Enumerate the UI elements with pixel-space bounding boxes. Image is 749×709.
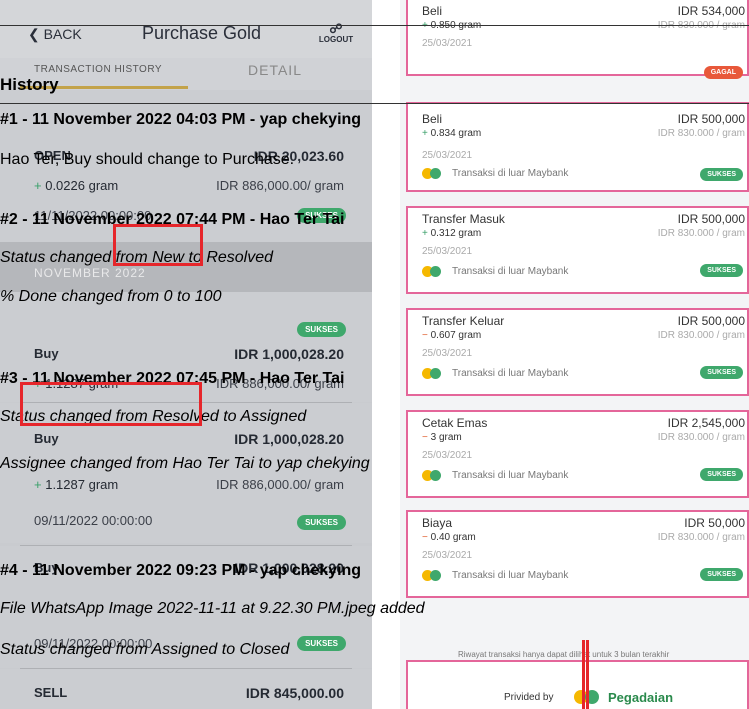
transaction-price: IDR 886,000.00/ gram bbox=[216, 376, 344, 391]
card-amount: IDR 50,000 bbox=[684, 516, 745, 530]
transaction-amount: IDR 845,000.00 bbox=[245, 685, 344, 701]
transaction-item[interactable]: Buy IDR 1,000,028.20 + 1.1287 gram IDR 8… bbox=[0, 292, 372, 402]
app-header: ❮ BACK Purchase Gold ☍ LOGOUT bbox=[0, 0, 372, 58]
transaction-type: Buy bbox=[34, 346, 59, 361]
card-bank: Transaksi di luar Maybank bbox=[452, 368, 569, 379]
transaction-card[interactable]: Transfer Masuk IDR 500,000 + 0.312 gram … bbox=[406, 206, 749, 294]
status-badge: SUKSES bbox=[700, 568, 743, 581]
card-amount: IDR 500,000 bbox=[677, 112, 745, 126]
card-type: Beli bbox=[422, 112, 443, 126]
status-badge: SUKSES bbox=[700, 366, 743, 379]
card-amount: IDR 2,545,000 bbox=[667, 416, 745, 430]
bank-logo-icon bbox=[422, 368, 448, 379]
card-price: IDR 830.000 / gram bbox=[657, 532, 745, 543]
card-amount: IDR 500,000 bbox=[677, 212, 745, 226]
transaction-card[interactable]: Beli IDR 500,000 + 0.834 gram IDR 830.00… bbox=[406, 102, 749, 192]
transaction-date: 09/11/2022 00:00:00 bbox=[34, 513, 153, 528]
transaction-amount: IDR 1,000,028.20 bbox=[234, 431, 344, 447]
transaction-date: 11/11/2022 00:00:00 bbox=[34, 208, 152, 223]
status-badge: SUKSES bbox=[700, 468, 743, 481]
status-badge: SUKSES bbox=[297, 636, 346, 651]
card-type: Transfer Keluar bbox=[422, 314, 505, 328]
card-gram: − 0.40 gram bbox=[422, 532, 476, 543]
card-gram: − 3 gram bbox=[422, 432, 462, 443]
right-app-screenshot: Beli IDR 534,000 + 0.850 gram IDR 830.00… bbox=[400, 0, 749, 709]
transaction-item[interactable]: OPEN IDR 20,023.60 + 0.0226 gram IDR 886… bbox=[0, 90, 372, 242]
transaction-amount: IDR 20,023.60 bbox=[253, 148, 344, 164]
transaction-item[interactable]: SELL IDR 845,000.00 bbox=[0, 669, 372, 709]
transaction-gram: + 1.1287 gram bbox=[34, 477, 119, 492]
card-amount: IDR 534,000 bbox=[677, 4, 745, 18]
transaction-item[interactable]: Buy IDR 1,000,028.20 + 1.1287 gram IDR 8… bbox=[0, 403, 372, 543]
tab-transaction-history[interactable]: TRANSACTION HISTORY bbox=[34, 64, 162, 75]
card-gram: + 0.834 gram bbox=[422, 128, 482, 139]
bank-logo-icon bbox=[422, 570, 448, 581]
app-title: Purchase Gold bbox=[142, 23, 262, 43]
card-amount: IDR 500,000 bbox=[677, 314, 745, 328]
card-type: Biaya bbox=[422, 516, 453, 530]
card-bank: Transaksi di luar Maybank bbox=[452, 266, 569, 277]
card-date: 25/03/2021 bbox=[422, 150, 473, 161]
transaction-price: IDR 886,000.00/ gram bbox=[216, 477, 344, 492]
transaction-card[interactable]: Transfer Keluar IDR 500,000 − 0.607 gram… bbox=[406, 308, 749, 396]
bank-logo-icon bbox=[422, 470, 448, 481]
transaction-card[interactable]: Beli IDR 534,000 + 0.850 gram IDR 830.00… bbox=[406, 0, 749, 79]
transaction-type: SELL bbox=[34, 685, 68, 700]
active-tab-indicator bbox=[20, 86, 188, 89]
card-type: Transfer Masuk bbox=[422, 212, 505, 226]
card-gram: − 0.607 gram bbox=[422, 330, 482, 341]
status-badge: SUKSES bbox=[700, 264, 743, 277]
status-badge: SUKSES bbox=[297, 208, 346, 223]
card-date: 25/03/2021 bbox=[422, 450, 473, 461]
tab-bar: TRANSACTION HISTORY DETAIL bbox=[0, 58, 372, 90]
left-app-screenshot: ❮ BACK Purchase Gold ☍ LOGOUT TRANSACTIO… bbox=[0, 0, 372, 709]
bank-logo-icon bbox=[422, 168, 448, 179]
card-price: IDR 830.000 / gram bbox=[657, 432, 745, 443]
transaction-type: Buy bbox=[34, 431, 59, 446]
transaction-gram: + 1.1287 gram bbox=[34, 376, 119, 391]
status-badge: SUKSES bbox=[297, 515, 346, 530]
transaction-date: 09/11/2022 00:00:00 bbox=[34, 636, 153, 651]
back-button[interactable]: ❮ BACK bbox=[28, 26, 82, 43]
card-gram: + 0.850 gram bbox=[422, 20, 482, 31]
transaction-item[interactable]: Buy IDR 1,000,028.20 09/11/2022 00:00:00… bbox=[0, 546, 372, 668]
logout-button[interactable]: ☍ LOGOUT bbox=[316, 22, 356, 44]
pegadaian-logo-icon bbox=[574, 690, 604, 704]
card-gram: + 0.312 gram bbox=[422, 228, 482, 239]
lock-icon: ☍ bbox=[329, 21, 343, 36]
card-bank: Transaksi di luar Maybank bbox=[452, 168, 569, 179]
card-bank: Transaksi di luar Maybank bbox=[452, 570, 569, 581]
card-price: IDR 830.000 / gram bbox=[657, 20, 745, 31]
card-price: IDR 830.000 / gram bbox=[657, 128, 745, 139]
month-band: NOVEMBER 2022 bbox=[0, 242, 372, 292]
card-date: 25/03/2021 bbox=[422, 348, 473, 359]
card-price: IDR 830.000 / gram bbox=[657, 330, 745, 341]
transaction-amount: IDR 1,000,028.20 bbox=[234, 560, 344, 576]
card-bank: Transaksi di luar Maybank bbox=[452, 470, 569, 481]
history-note: Riwayat transaksi hanya dapat dilihat un… bbox=[458, 650, 670, 659]
transaction-amount: IDR 1,000,028.20 bbox=[234, 346, 344, 362]
card-price: IDR 830.000 / gram bbox=[657, 228, 745, 239]
card-date: 25/03/2021 bbox=[422, 246, 473, 257]
transaction-card[interactable]: Cetak Emas IDR 2,545,000 − 3 gram IDR 83… bbox=[406, 410, 749, 498]
bank-logo-icon bbox=[422, 266, 448, 277]
status-badge: SUKSES bbox=[297, 322, 346, 337]
status-badge: GAGAL bbox=[703, 66, 743, 79]
transaction-gram: + 0.0226 gram bbox=[34, 178, 119, 193]
status-badge: SUKSES bbox=[700, 168, 743, 181]
tab-detail[interactable]: DETAIL bbox=[248, 62, 302, 78]
chevron-left-icon: ❮ bbox=[28, 26, 40, 42]
transaction-card[interactable]: Biaya IDR 50,000 − 0.40 gram IDR 830.000… bbox=[406, 510, 749, 598]
provider-footer: Privided by Pegadaian bbox=[406, 660, 749, 709]
transaction-type: OPEN bbox=[34, 148, 71, 163]
transaction-type: Buy bbox=[34, 560, 59, 575]
card-date: 25/03/2021 bbox=[422, 38, 473, 49]
transaction-price: IDR 886,000.00/ gram bbox=[216, 178, 344, 193]
card-type: Cetak Emas bbox=[422, 416, 488, 430]
card-type: Beli bbox=[422, 4, 443, 18]
card-date: 25/03/2021 bbox=[422, 550, 473, 561]
